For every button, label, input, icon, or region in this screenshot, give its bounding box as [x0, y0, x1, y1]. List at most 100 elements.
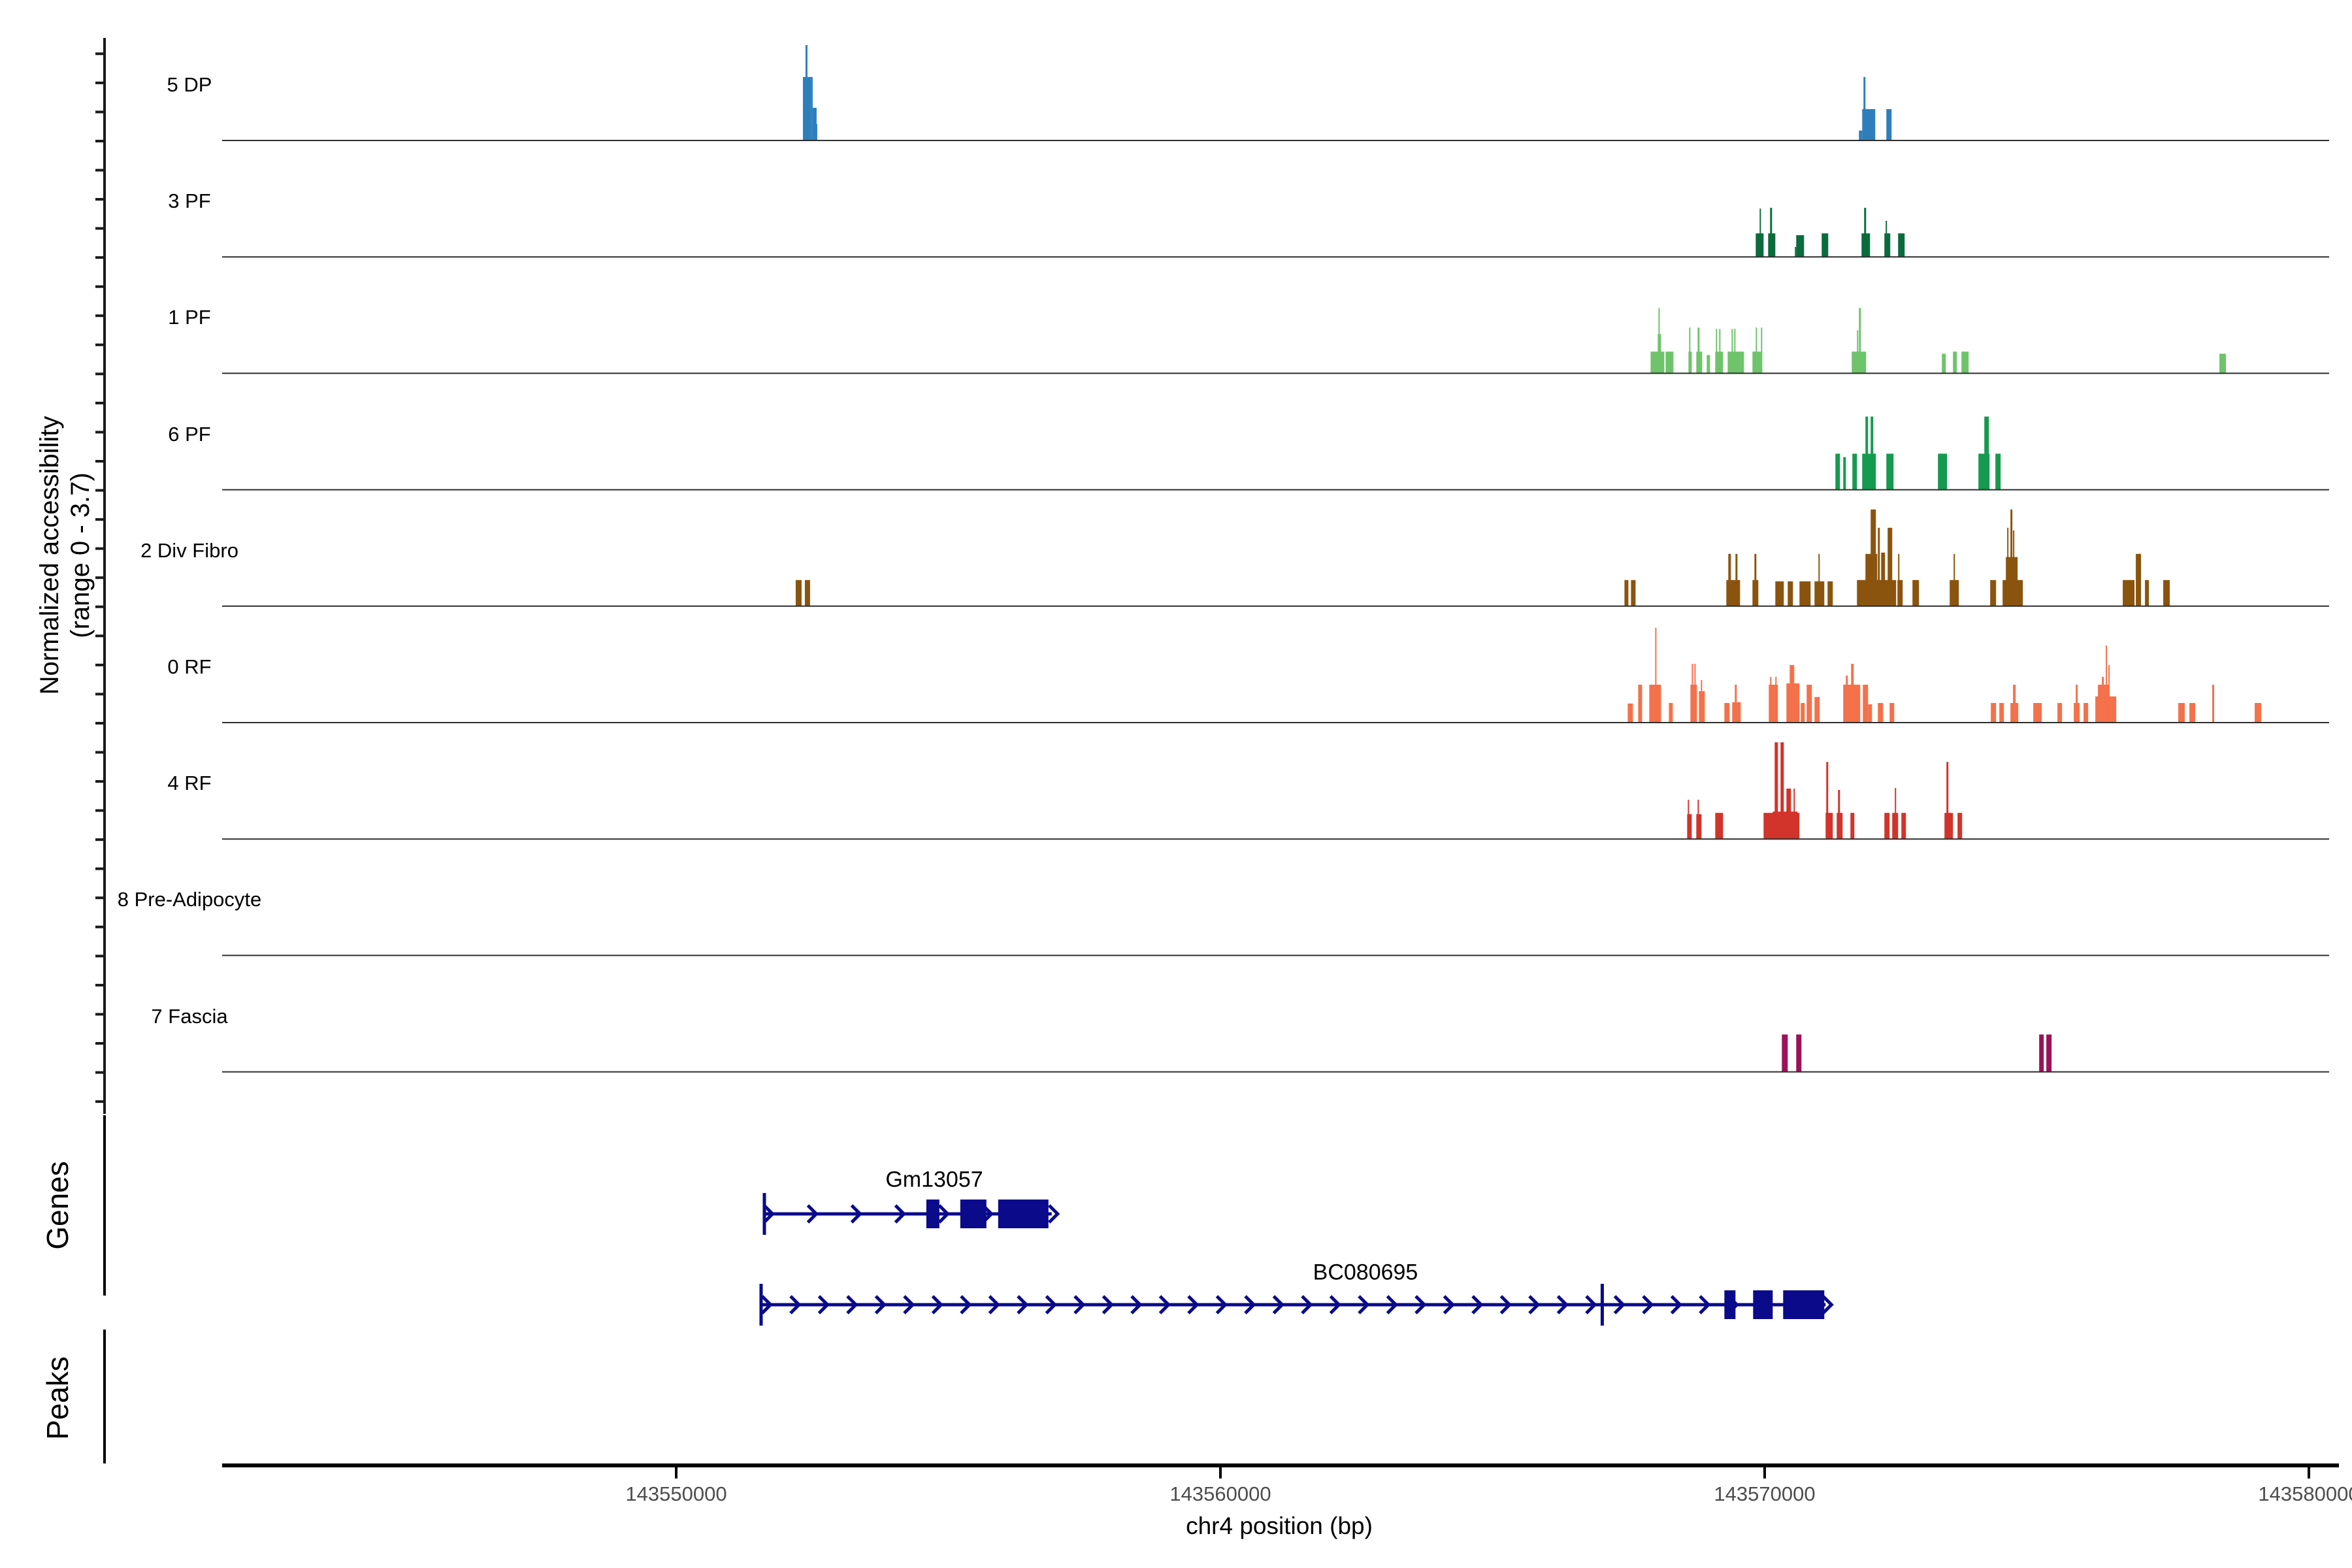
coverage-bar: [1953, 351, 1957, 373]
y-axis-title: Normalized accessibility (range 0 - 3.7): [35, 416, 96, 695]
coverage-bar: [1775, 677, 1776, 723]
x-tick-label-143570000: 143570000: [1714, 1482, 1815, 1506]
coverage-bar: [1857, 330, 1858, 373]
coverage-bar: [2083, 703, 2088, 723]
coverage-bar: [1707, 355, 1710, 373]
coverage-bar: [1782, 1034, 1788, 1071]
coverage-bar: [1835, 453, 1840, 489]
coverage-bar: [2163, 580, 2170, 606]
coverage-bar: [2039, 1034, 2044, 1071]
coverage-bar: [1627, 704, 1633, 723]
y-axis-title-line1: Normalized accessibility: [35, 416, 65, 695]
x-tick-label-143580000: 143580000: [2258, 1482, 2352, 1506]
coverage-bar: [1995, 453, 2001, 489]
coverage-bar: [1814, 697, 1820, 723]
coverage-bar: [1901, 813, 1906, 839]
track-3-pf-signal: [1756, 208, 1904, 257]
coverage-bar: [1878, 528, 1880, 606]
coverage-bar: [1850, 813, 1854, 839]
track-label-5-dp: 5 DP: [167, 73, 212, 97]
track-label-1-pf: 1 PF: [168, 306, 210, 329]
track-label-6-pf: 6 PF: [168, 423, 210, 446]
track-4-rf-signal: [1687, 742, 1962, 839]
coverage-bar: [1752, 351, 1762, 373]
coverage-bar: [1863, 685, 1868, 723]
coverage-bar: [796, 580, 802, 606]
exon-block: [960, 1200, 987, 1228]
track-label-3-pf: 3 PF: [168, 189, 210, 213]
coverage-bar: [1806, 685, 1812, 723]
coverage-bar: [1697, 800, 1699, 839]
coverage-bar: [1786, 789, 1791, 839]
coverage-bar: [805, 580, 810, 606]
coverage-bar: [1944, 813, 1953, 839]
coverage-plot-figure: Normalized accessibility (range 0 - 3.7)…: [0, 0, 2352, 1568]
coverage-bar: [1957, 813, 1962, 839]
coverage-bar: [1724, 703, 1729, 723]
track-0-rf-signal: [1627, 628, 2261, 723]
coverage-bar: [1719, 329, 1720, 373]
track-label-7-fascia: 7 Fascia: [151, 1005, 227, 1028]
coverage-bar: [1886, 453, 1893, 489]
track-2-div-fibro-signal: [796, 510, 2170, 606]
coverage-bar: [1665, 351, 1673, 373]
coverage-bar: [1735, 685, 1737, 723]
x-tick-label-143550000: 143550000: [625, 1482, 727, 1506]
coverage-bar: [2123, 580, 2134, 606]
gene-label-BC080695: BC080695: [1313, 1260, 1418, 1286]
coverage-bar: [1701, 680, 1702, 723]
coverage-bar: [1864, 208, 1866, 257]
coverage-bar: [1796, 235, 1804, 257]
coverage-bar: [2033, 703, 2042, 723]
coverage-bar: [1688, 800, 1689, 839]
track-label-4-rf: 4 RF: [167, 772, 211, 795]
coverage-bar: [1774, 742, 1778, 839]
coverage-bar: [2046, 1034, 2051, 1071]
gene-model-BC080695: [761, 1284, 1831, 1326]
coverage-bar: [2108, 665, 2110, 723]
coverage-bar: [1821, 233, 1828, 257]
coverage-bar: [1865, 417, 1868, 490]
coverage-bar: [1770, 677, 1771, 723]
coverage-bar: [1878, 703, 1883, 723]
coverage-bar: [1938, 453, 1947, 489]
coverage-bar: [1851, 664, 1854, 723]
coverage-bar: [1694, 664, 1695, 723]
coverage-bar: [1658, 308, 1659, 373]
coverage-bar: [1886, 221, 1887, 257]
exon-block: [998, 1200, 1049, 1228]
coverage-bar: [1868, 704, 1872, 723]
coverage-bar: [1838, 790, 1840, 839]
coverage-bar: [1761, 327, 1762, 373]
coverage-bar: [1775, 581, 1784, 606]
coverage-bar: [1887, 528, 1892, 606]
coverage-bar: [1852, 453, 1857, 489]
coverage-bar: [1898, 554, 1899, 606]
coverage-bar: [806, 45, 808, 140]
coverage-bar: [1754, 554, 1756, 606]
coverage-bar: [1826, 762, 1828, 839]
exon-block: [1724, 1290, 1735, 1319]
coverage-bar: [1881, 553, 1885, 606]
coverage-bar: [2106, 645, 2107, 723]
coverage-bar: [1655, 628, 1656, 723]
coverage-bar: [1991, 703, 1996, 723]
coverage-bar: [1795, 247, 1796, 257]
coverage-bar: [2189, 703, 2195, 723]
coverage-bar: [1690, 685, 1697, 723]
coverage-bar: [2212, 685, 2214, 723]
genome-tracks-canvas: [0, 0, 2352, 1568]
track-1-pf-signal: [1650, 308, 2226, 373]
coverage-bar: [1759, 208, 1761, 257]
coverage-bar: [1884, 813, 1889, 839]
coverage-bar: [1859, 308, 1861, 373]
coverage-bar: [1789, 665, 1794, 723]
coverage-bar: [1691, 664, 1693, 723]
exon-block: [926, 1200, 939, 1228]
coverage-bar: [1999, 703, 2004, 723]
track-label-8-pre-adipocyte: 8 Pre-Adipocyte: [118, 888, 262, 911]
coverage-bar: [1793, 789, 1795, 839]
gene-model-Gm13057: [764, 1193, 1058, 1235]
coverage-bar: [2013, 531, 2014, 606]
coverage-bar: [1990, 580, 1996, 606]
